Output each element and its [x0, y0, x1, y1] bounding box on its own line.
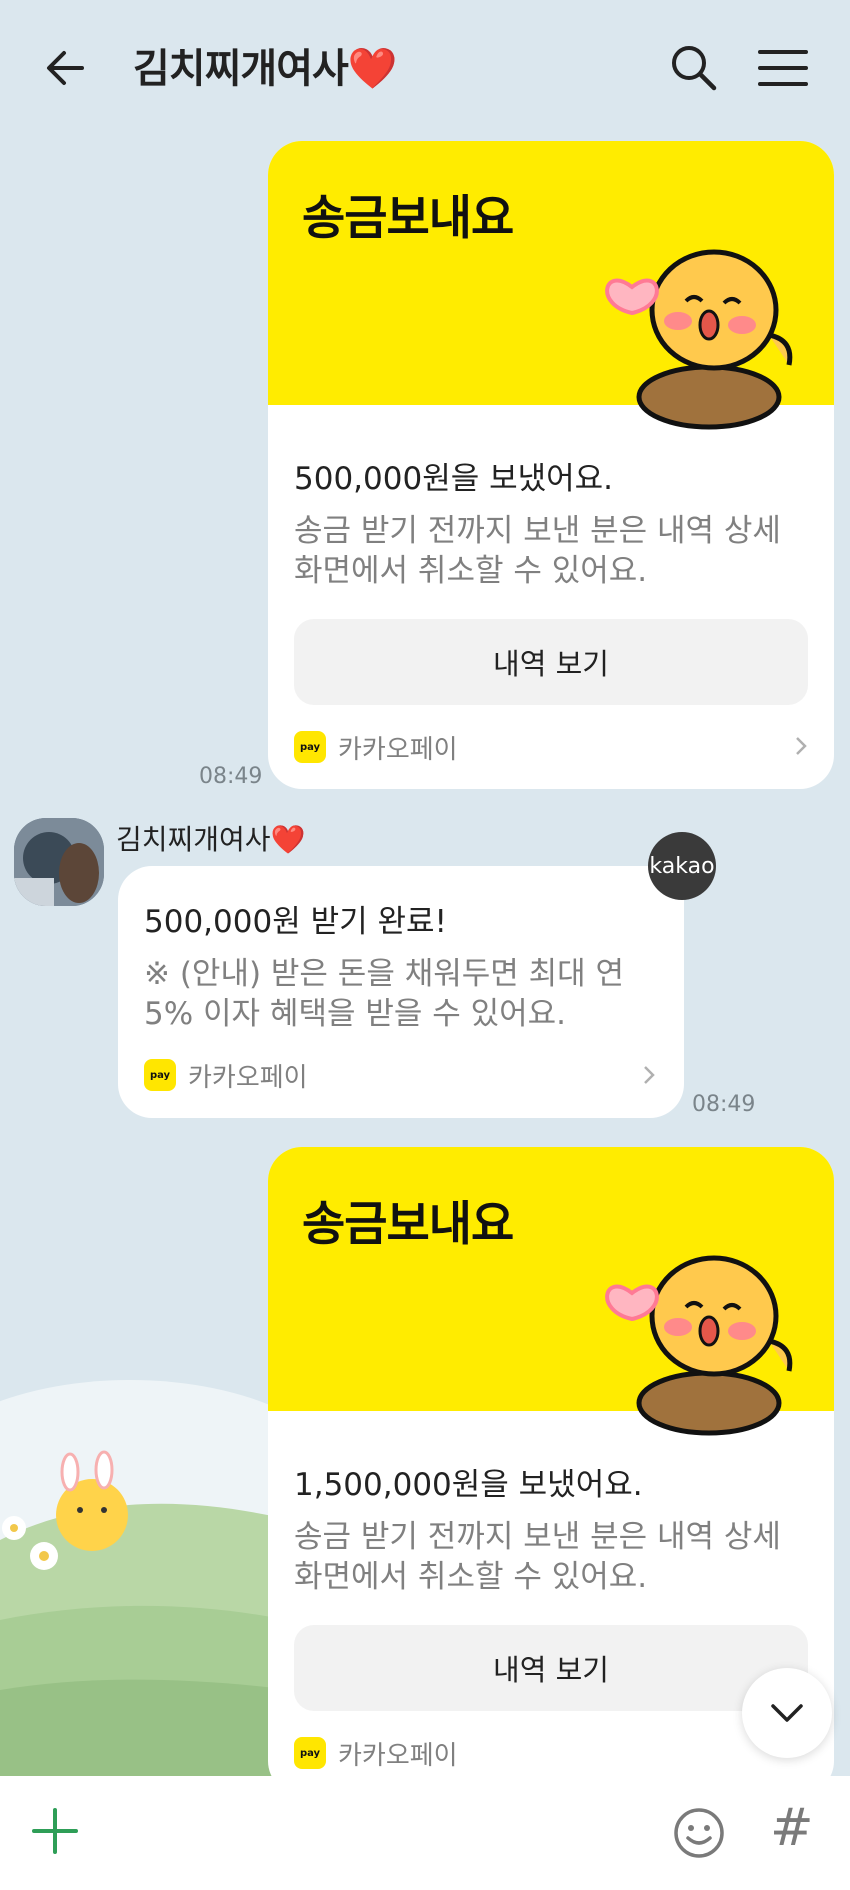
chevron-down-icon [771, 1704, 803, 1722]
description-line: 5% 이자 혜택을 받을 수 있어요. [144, 996, 567, 1032]
view-details-button[interactable]: 내역 보기 [294, 1625, 808, 1711]
received-title: 500,000원 받기 완료! [144, 904, 447, 940]
kakaopay-label: 카카오페이 [338, 734, 458, 765]
received-description: ※ (안내) 받은 돈을 채워두면 최대 연 5% 이자 혜택을 받을 수 있어… [144, 954, 664, 1034]
pay-icon-text: pay [299, 1747, 321, 1759]
pay-icon-text: pay [299, 741, 321, 753]
kakao-badge: kakao [648, 832, 716, 900]
back-arrow-icon[interactable] [38, 38, 98, 98]
kakaopay-icon: pay [294, 731, 326, 763]
chat-title-text: 김치찌개여사 [133, 46, 349, 92]
kakaopay-label: 카카오페이 [188, 1062, 308, 1093]
view-details-button[interactable]: 내역 보기 [294, 619, 808, 705]
kakaopay-label: 카카오페이 [338, 1740, 458, 1771]
avatar-image [14, 818, 104, 906]
bear-character-icon [605, 249, 793, 430]
kakaopay-icon: pay [144, 1059, 176, 1091]
bear-character-icon [605, 1255, 793, 1436]
heart-icon: ❤️ [347, 46, 398, 92]
top-bar: 김치찌개여사❤️ [0, 0, 850, 130]
transfer-description: 송금 받기 전까지 보낸 분은 내역 상세 화면에서 취소할 수 있어요. [294, 511, 814, 591]
description-line: ※ (안내) 받은 돈을 채워두면 최대 연 [144, 956, 625, 992]
sender-name-text: 김치찌개여사 [116, 823, 271, 856]
pay-icon-text: pay [149, 1069, 171, 1081]
bottom-input-bar: # [0, 1776, 850, 1890]
card-title: 송금보내요 [302, 191, 514, 246]
chevron-right-icon [644, 1066, 655, 1084]
received-card[interactable]: 500,000원 받기 완료! ※ (안내) 받은 돈을 채워두면 최대 연 5… [118, 866, 684, 1118]
chevron-right-icon [796, 737, 807, 755]
scroll-to-bottom-button[interactable] [742, 1668, 832, 1758]
description-line: 송금 받기 전까지 보낸 분은 내역 상세 [294, 1519, 781, 1555]
kakaopay-footer[interactable]: pay 카카오페이 [294, 1736, 458, 1771]
kakaopay-footer[interactable]: pay 카카오페이 [294, 730, 458, 765]
chat-title: 김치찌개여사❤️ [133, 36, 398, 94]
message-time: 08:49 [199, 764, 263, 789]
message-time: 08:49 [692, 1092, 756, 1117]
sender-name: 김치찌개여사❤️ [116, 818, 305, 858]
transfer-description: 송금 받기 전까지 보낸 분은 내역 상세 화면에서 취소할 수 있어요. [294, 1517, 814, 1597]
transfer-card[interactable]: 송금보내요 500,000원을 보냈어요. 송금 받기 전까지 보낸 분은 내역… [268, 141, 834, 789]
description-line: 화면에서 취소할 수 있어요. [294, 1559, 648, 1595]
emoji-icon[interactable] [672, 1806, 726, 1860]
plus-icon[interactable] [30, 1806, 80, 1856]
card-title: 송금보내요 [302, 1197, 514, 1252]
search-icon[interactable] [664, 38, 724, 98]
kakaopay-icon: pay [294, 1737, 326, 1769]
menu-icon[interactable] [754, 38, 814, 98]
hash-icon[interactable]: # [770, 1798, 814, 1858]
description-line: 화면에서 취소할 수 있어요. [294, 553, 648, 589]
heart-icon: ❤️ [270, 823, 306, 856]
transfer-amount: 1,500,000원을 보냈어요. [294, 1467, 643, 1503]
description-line: 송금 받기 전까지 보낸 분은 내역 상세 [294, 513, 781, 549]
transfer-amount: 500,000원을 보냈어요. [294, 461, 614, 497]
avatar[interactable] [14, 818, 104, 906]
kakaopay-footer[interactable]: pay 카카오페이 [144, 1058, 308, 1093]
